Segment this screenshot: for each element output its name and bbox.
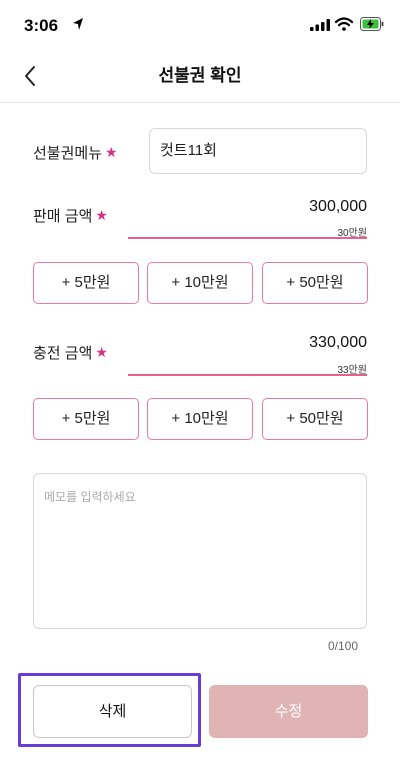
charge-add-5-button[interactable]: + 5만원 xyxy=(33,398,139,440)
wifi-icon xyxy=(335,17,353,31)
charge-amount-label-text: 충전 금액 xyxy=(33,345,93,362)
required-star-icon: ★ xyxy=(95,207,108,223)
header: 선불권 확인 xyxy=(0,50,400,103)
charge-amount-underline xyxy=(128,374,367,376)
required-star-icon: ★ xyxy=(105,144,118,160)
charge-amount-label: 충전 금액 ★ xyxy=(33,342,108,363)
sale-add-50-button[interactable]: + 50만원 xyxy=(262,262,368,304)
charge-add-50-button[interactable]: + 50만원 xyxy=(262,398,368,440)
charge-add-10-button[interactable]: + 10만원 xyxy=(147,398,253,440)
chevron-left-icon xyxy=(25,66,35,86)
sale-amount-input[interactable]: 300,000 xyxy=(309,198,367,216)
charge-amount-input[interactable]: 330,000 xyxy=(309,334,367,352)
sale-amount-label-text: 판매 금액 xyxy=(33,208,93,225)
menu-label-text: 선불권메뉴 xyxy=(33,145,103,162)
sale-add-10-button[interactable]: + 10만원 xyxy=(147,262,253,304)
required-star-icon: ★ xyxy=(95,344,108,360)
sale-add-5-button[interactable]: + 5만원 xyxy=(33,262,139,304)
location-arrow-icon xyxy=(73,18,83,30)
menu-label: 선불권메뉴 ★ xyxy=(33,142,118,163)
page-title: 선불권 확인 xyxy=(158,66,242,85)
battery-charging-icon xyxy=(360,17,384,31)
status-time: 3:06 xyxy=(24,16,59,35)
cellular-signal-icon xyxy=(310,19,330,31)
memo-textarea[interactable]: 메모를 입력하세요 xyxy=(33,473,367,629)
delete-button[interactable]: 삭제 xyxy=(33,685,192,738)
status-bar: 3:06 xyxy=(0,0,400,50)
sale-amount-underline xyxy=(128,237,367,239)
edit-button[interactable]: 수정 xyxy=(209,685,368,738)
back-button[interactable] xyxy=(16,62,44,90)
memo-char-counter: 0/100 xyxy=(327,639,358,653)
sale-amount-label: 판매 금액 ★ xyxy=(33,205,108,226)
menu-field[interactable]: 컷트11회 xyxy=(149,128,367,174)
